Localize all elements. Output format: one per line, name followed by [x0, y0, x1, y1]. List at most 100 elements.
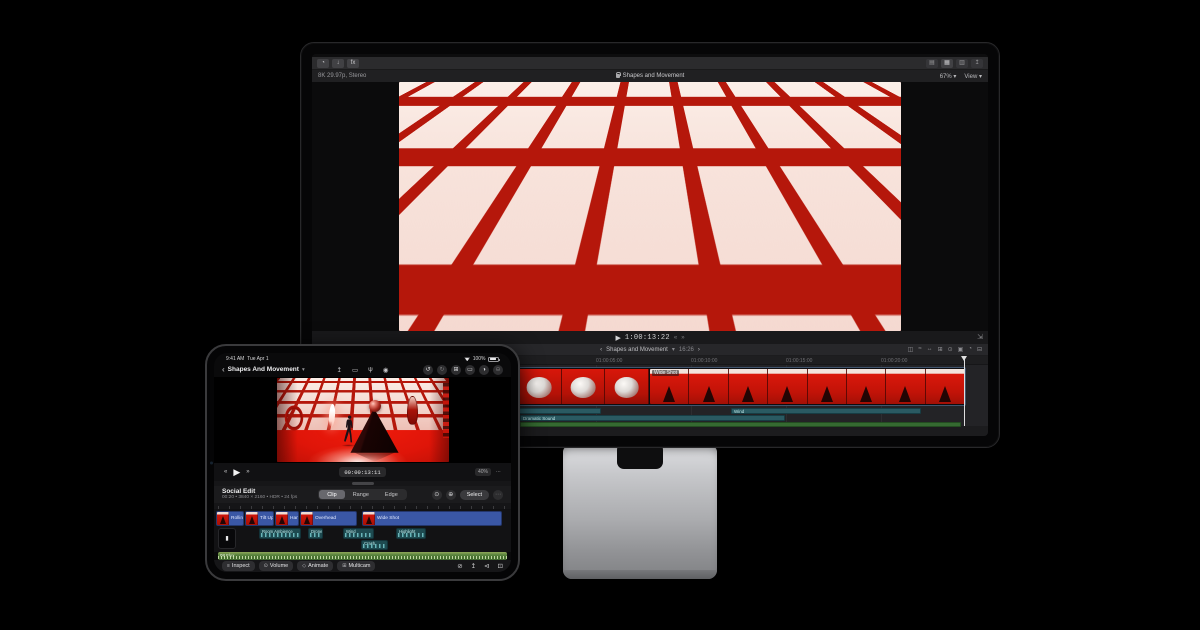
clip-appearance-icon[interactable]: ◫: [908, 346, 914, 353]
aspect-icon[interactable]: ⊡: [498, 562, 503, 570]
scene-arch-window: [781, 137, 811, 222]
inspector-toggle-icon[interactable]: ▥: [956, 59, 968, 68]
audio-clip-drone[interactable]: Drone: [308, 528, 323, 539]
audio-clip[interactable]: [517, 408, 601, 414]
share-icon[interactable]: ↥: [971, 59, 983, 68]
audio-clip-room-ambience[interactable]: Room Ambience: [259, 528, 301, 539]
scene-light-portal: [545, 159, 578, 236]
export-clip-icon[interactable]: ↥: [471, 562, 476, 570]
audio-skimming-icon[interactable]: ≈: [918, 346, 921, 353]
inspect-button[interactable]: ≡ Inspect: [222, 561, 255, 571]
export-icon[interactable]: ↥: [337, 366, 342, 374]
playhead[interactable]: [964, 356, 965, 426]
display-mode-icon[interactable]: ▭: [465, 365, 475, 375]
viewer-info-bar: 8K 29.97p, Stereo Shapes and Movement 67…: [312, 70, 988, 82]
multicam-button[interactable]: ⊞ Multicam: [337, 561, 375, 571]
skip-back-icon[interactable]: «: [674, 335, 677, 341]
animate-button[interactable]: ◇ Animate: [297, 561, 333, 571]
grid-view-icon[interactable]: ⊞: [451, 365, 461, 375]
music-track-08-flux[interactable]: 08 Flux: [218, 552, 507, 560]
mute-icon[interactable]: ⊲: [484, 562, 489, 570]
ipad-timeline-ruler[interactable]: [214, 503, 511, 510]
skimming-icon[interactable]: ⊙: [948, 346, 953, 353]
back-button[interactable]: ‹ Shapes And Movement ▾: [222, 365, 305, 374]
ipad-status-bar: 9:41 AM Tue Apr 1 100%: [214, 353, 511, 362]
solo-icon[interactable]: ▣: [958, 346, 964, 353]
more-icon[interactable]: ⋯: [496, 469, 501, 475]
ipad-timecode[interactable]: 00:00:13:11: [339, 467, 385, 477]
gap-clip[interactable]: ▮: [218, 528, 236, 549]
scene-sphere: [669, 148, 704, 183]
stand-base: [563, 570, 717, 579]
import-icon[interactable]: ↓: [332, 59, 344, 68]
audio-clip-crash[interactable]: Crash: [361, 540, 388, 550]
media-browser-icon[interactable]: ▭: [352, 366, 358, 374]
viewer-zoom-level[interactable]: 40%: [475, 468, 491, 476]
clip-thumbnail: [363, 512, 375, 525]
skip-forward-icon[interactable]: »: [681, 335, 684, 341]
video-clip-rolling-ball[interactable]: Rolling Ball: [216, 511, 244, 526]
scene-wall-ring: [417, 157, 482, 247]
scene-wall-ring: [283, 403, 305, 433]
zoom-fit-icon[interactable]: ↔: [927, 346, 933, 353]
timeline-more-icon[interactable]: ⋯: [493, 490, 503, 500]
timeline-prev-icon[interactable]: ‹: [600, 347, 602, 353]
clip-thumbnail: [276, 512, 288, 525]
snapping-icon[interactable]: ⊞: [938, 346, 943, 353]
scene-filmstrip-wall: [885, 97, 901, 261]
timeline-title-chevron-icon[interactable]: ▾: [672, 346, 675, 353]
audio-clip-highlight[interactable]: Highlight: [396, 528, 426, 539]
lock-icon: [616, 74, 620, 78]
timeline-toggle-icon[interactable]: ▦: [941, 59, 953, 68]
voiceover-icon[interactable]: ψ: [368, 366, 373, 374]
undo-icon[interactable]: ↺: [423, 365, 433, 375]
background-tasks-icon[interactable]: ◔: [317, 59, 329, 68]
chevron-left-icon: ‹: [222, 365, 225, 374]
ipad-nav-bar: ‹ Shapes And Movement ▾ ↥ ▭ ψ ◉ ↺ ↻ ⊞ ▭ …: [214, 362, 511, 377]
ipad-viewer: [214, 377, 511, 463]
scene-light-portal: [326, 404, 337, 430]
clip-thumbnail: [217, 512, 229, 525]
select-button[interactable]: Select: [460, 490, 489, 500]
timeline-expand-icon[interactable]: ⇲: [977, 333, 983, 341]
mac-toolbar: ◔ ↓ fx ▤ ▦ ▥ ↥: [312, 57, 988, 70]
timeline-next-icon[interactable]: ›: [698, 347, 700, 353]
clip-name-label: Wide Shot: [652, 370, 679, 376]
viewer-project-title: Shapes and Movement: [623, 73, 685, 79]
timeline-zoom-icon[interactable]: ⊕: [446, 490, 456, 500]
video-clip-hands[interactable]: Hands: [275, 511, 299, 526]
delete-icon[interactable]: ⊘: [457, 562, 462, 570]
scene-man-silhouette: [342, 415, 357, 446]
video-clip-tilt-up[interactable]: Tilt Up: [245, 511, 274, 526]
final-cut-pro-ipad-app: 9:41 AM Tue Apr 1 100% ‹ Shapes And Move…: [214, 353, 511, 572]
color-adjust-icon[interactable]: ◑: [479, 365, 489, 375]
music-track[interactable]: [520, 422, 961, 427]
mode-range[interactable]: Range: [345, 490, 377, 499]
mode-edge[interactable]: Edge: [377, 490, 406, 499]
video-clip-wide-shot[interactable]: Wide Shot: [650, 369, 965, 404]
timeline-project-title[interactable]: Shapes and Movement: [606, 347, 668, 353]
remove-icon[interactable]: ⊖: [493, 365, 503, 375]
video-clip-overhead[interactable]: Overhead: [300, 511, 357, 526]
mode-clip[interactable]: Clip: [319, 490, 344, 499]
video-clip-spheres[interactable]: [518, 369, 649, 404]
record-icon[interactable]: ◉: [383, 366, 389, 374]
timeline-settings-icon[interactable]: ⊟: [977, 346, 982, 353]
clock-icon[interactable]: ◔: [968, 346, 972, 353]
browser-toggle-icon[interactable]: ▤: [926, 59, 938, 68]
audio-clip-wind[interactable]: Wind: [343, 528, 374, 539]
viewer-video-frame: [399, 82, 901, 331]
scene-man-silhouette: [591, 192, 634, 284]
volume-button[interactable]: ⊙ Volume: [259, 561, 294, 571]
play-button[interactable]: ▶: [615, 334, 620, 342]
mac-timecode: 1:00:13:22: [625, 334, 670, 342]
edit-mode-segmented-control: Clip Range Edge: [318, 489, 407, 500]
effects-icon[interactable]: fx: [347, 59, 359, 68]
audio-clip-dramatic-sound[interactable]: Dramatic Sound: [520, 415, 785, 421]
snap-icon[interactable]: ⊙: [432, 490, 442, 500]
ipad-bottom-toolbar: ≡ Inspect ⊙ Volume ◇ Animate ⊞ Multicam …: [214, 560, 511, 572]
redo-icon[interactable]: ↻: [437, 365, 447, 375]
viewer: [312, 82, 988, 331]
video-clip-wide-shot[interactable]: Wide Shot: [362, 511, 502, 526]
audio-clip-wind[interactable]: Wind: [731, 408, 921, 414]
